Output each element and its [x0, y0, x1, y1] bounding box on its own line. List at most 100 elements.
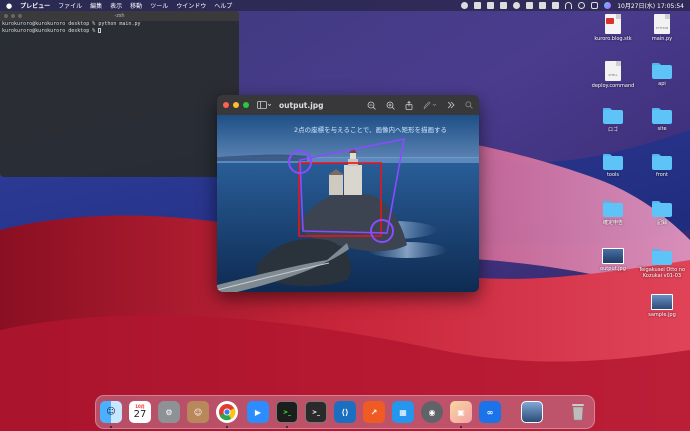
image-caption: 2点の座標を与えることで、画像内へ矩形を描画する [294, 126, 447, 134]
sidebar-toggle-icon[interactable] [257, 101, 271, 109]
shell-file-icon: SHELL [605, 61, 621, 81]
desktop-icon-label: 確定申告 [602, 220, 623, 226]
desktop-icon-teigakusei[interactable]: Teigakusei Otto no Kozukai v01-03 [632, 249, 690, 279]
desktop-icon-front[interactable]: front [632, 154, 690, 178]
folder-icon [603, 201, 623, 217]
python-file-icon: PYTHON [654, 14, 670, 34]
folder-icon [652, 201, 672, 217]
status-app-icon-3[interactable] [487, 2, 495, 9]
desktop-icon-sample-jpg[interactable]: sample.jpg [632, 294, 690, 318]
menu-clock[interactable]: 10月27日(水) 17:05:54 [617, 1, 684, 10]
zoom-out-icon[interactable] [367, 101, 376, 110]
markup-icon[interactable] [423, 100, 437, 110]
menu-window[interactable]: ウインドウ [176, 1, 206, 10]
folder-icon [652, 108, 672, 124]
dock-terminal-icon[interactable]: >_ [276, 401, 298, 423]
preview-tools [367, 100, 473, 110]
desktop-icon-label: front [656, 172, 668, 178]
dock: ☺ 10月 27 ⚙ ☺ ▶ >_ >_ ⟨⟩ ↗ ▦ ◉ ▣ ∞ [95, 395, 595, 429]
preview-image [217, 115, 479, 292]
menu-view[interactable]: 表示 [110, 1, 122, 10]
preview-zoom-button[interactable] [243, 102, 249, 108]
terminal-titlebar[interactable]: -zsh [0, 11, 239, 21]
menu-file[interactable]: ファイル [58, 1, 82, 10]
desktop-icon-label: kuroro.blog.stk [594, 36, 632, 42]
more-chevron-icon[interactable] [447, 101, 455, 109]
terminal-line: kurokuroro@kurokuroro desktop % python m… [2, 21, 141, 27]
status-app-icon-2[interactable] [474, 2, 482, 9]
dock-calendar-icon[interactable]: 10月 27 [129, 401, 151, 423]
trash-icon [572, 404, 584, 421]
dock-terminal-2-icon[interactable]: >_ [305, 401, 327, 423]
desktop-icon-main-py[interactable]: PYTHON main.py [632, 14, 690, 42]
status-app-icon-6[interactable] [526, 2, 534, 9]
calendar-day: 27 [133, 409, 147, 420]
menu-tools[interactable]: ツール [150, 1, 168, 10]
terminal-window-controls [4, 14, 22, 18]
control-center-icon[interactable] [591, 2, 599, 9]
dock-quicktime-icon[interactable]: ◉ [421, 401, 443, 423]
wifi-icon[interactable] [565, 2, 573, 9]
dock-vscode-icon[interactable]: ⟨⟩ [334, 401, 356, 423]
desktop-icon-label: sample.jpg [648, 312, 676, 318]
status-app-icon-8[interactable] [552, 2, 560, 9]
dock-infinity-icon[interactable]: ∞ [479, 401, 501, 423]
dock-analytics-icon[interactable]: ↗ [363, 401, 385, 423]
desktop-icon-label: api [658, 81, 666, 87]
desktop-icon-site[interactable]: site [632, 108, 690, 132]
desktop-icon-label: tools [606, 172, 620, 178]
desktop-icon-label: deploy.command [591, 83, 635, 89]
desktop-icon-label: ロゴ [607, 127, 618, 133]
status-app-icon-7[interactable] [539, 2, 547, 9]
preview-window[interactable]: output.jpg 2点の座標を与えることで、画像内へ矩形を描画する [217, 95, 479, 292]
dock-trash-icon[interactable] [567, 401, 589, 423]
terminal-cursor [98, 28, 102, 33]
search-icon[interactable] [465, 101, 473, 109]
desktop-icon-label: Teigakusei Otto no Kozukai v01-03 [638, 267, 686, 279]
dock-system-preferences-icon[interactable]: ⚙ [158, 401, 180, 423]
dock-finder-icon[interactable]: ☺ [100, 401, 122, 423]
dock-running-indicator [110, 426, 112, 428]
dock-zoom-icon[interactable]: ▶ [247, 401, 269, 423]
image-thumbnail-icon [602, 248, 624, 264]
chrome-logo-icon [219, 404, 236, 421]
terminal-prompt-line[interactable]: kurokuroro@kurokuroro desktop % [0, 28, 239, 35]
document-title: output.jpg [279, 100, 324, 110]
dock-preview-icon[interactable]: ▣ [450, 401, 472, 423]
menu-app-name[interactable]: プレビュー [20, 1, 50, 10]
menu-help[interactable]: ヘルプ [214, 1, 232, 10]
dock-running-indicator [460, 426, 462, 428]
menu-edit[interactable]: 編集 [90, 1, 102, 10]
preview-minimize-button[interactable] [233, 102, 239, 108]
file-type-tag: SHELL [608, 73, 618, 77]
desktop-icon-api[interactable]: api [632, 63, 690, 87]
desktop-icon-records[interactable]: 記録 [632, 201, 690, 226]
desktop-icon-label: output.jpg [600, 266, 626, 272]
zoom-in-icon[interactable] [386, 101, 395, 110]
status-app-icon[interactable] [461, 2, 469, 9]
terminal-window[interactable]: -zsh kurokuroro@kurokuroro desktop % pyt… [0, 11, 239, 177]
dock-chrome-icon[interactable] [216, 401, 238, 423]
dock-running-indicator [286, 426, 288, 428]
status-app-icon-4[interactable] [500, 2, 508, 9]
share-icon[interactable] [405, 100, 413, 110]
status-app-icon-5[interactable] [513, 2, 521, 9]
document-file-icon [605, 14, 621, 34]
folder-icon [652, 249, 672, 265]
siri-icon[interactable] [604, 2, 612, 9]
terminal-title: -zsh [114, 13, 125, 19]
apple-menu-icon[interactable]: ● [6, 2, 12, 10]
search-icon[interactable] [578, 2, 586, 9]
desktop-icon-label: site [657, 126, 667, 132]
menu-go[interactable]: 移動 [130, 1, 142, 10]
preview-close-button[interactable] [223, 102, 229, 108]
terminal-zoom-button[interactable] [18, 14, 22, 18]
desktop-icon-label: 記録 [656, 220, 667, 226]
terminal-minimize-button[interactable] [11, 14, 15, 18]
file-type-tag: PYTHON [655, 26, 669, 30]
preview-window-controls [223, 102, 249, 108]
dock-docker-icon[interactable]: ▦ [392, 401, 414, 423]
dock-screenshot-stack-icon[interactable] [521, 401, 543, 423]
dock-contacts-icon[interactable]: ☺ [187, 401, 209, 423]
terminal-close-button[interactable] [4, 14, 8, 18]
